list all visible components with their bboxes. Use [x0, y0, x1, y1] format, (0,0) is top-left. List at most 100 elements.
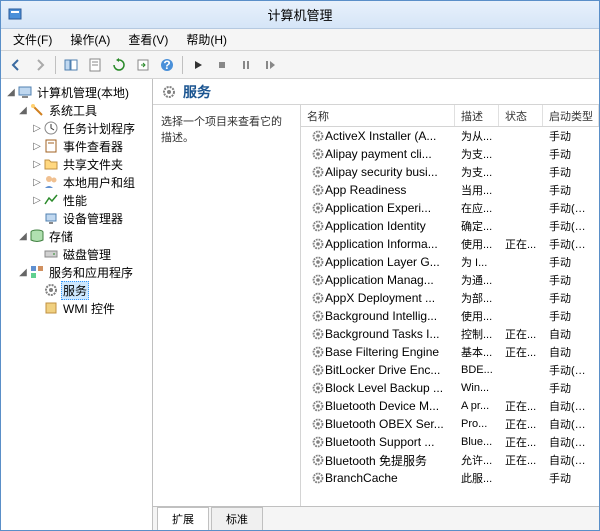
service-icon: [311, 309, 325, 323]
tab-standard[interactable]: 标准: [211, 507, 263, 530]
service-row[interactable]: Bluetooth 免提服务允许...正在...自动(触...: [301, 451, 599, 469]
disk-icon: [43, 246, 59, 262]
service-row[interactable]: AppX Deployment ...为部...手动: [301, 289, 599, 307]
service-name: Base Filtering Engine: [325, 345, 439, 359]
properties-button[interactable]: [84, 54, 106, 76]
collapse-icon[interactable]: ◢: [5, 87, 17, 98]
service-row[interactable]: Application Experi...在应...手动(触...: [301, 199, 599, 217]
service-desc: 使用...: [455, 236, 499, 252]
service-name: ActiveX Installer (A...: [325, 129, 436, 143]
show-hide-button[interactable]: [60, 54, 82, 76]
gear-icon: [161, 84, 177, 100]
service-status: 正在...: [499, 344, 543, 360]
service-row[interactable]: Application Informa...使用...正在...手动(触...: [301, 235, 599, 253]
app-icon: [7, 6, 23, 22]
service-row[interactable]: Application Manag...为通...手动: [301, 271, 599, 289]
expand-icon[interactable]: ▷: [31, 195, 43, 206]
service-status: 正在...: [499, 434, 543, 450]
service-row[interactable]: Bluetooth Device M...A pr...正在...自动(延...: [301, 397, 599, 415]
collapse-icon[interactable]: ◢: [17, 231, 29, 242]
tree-shared-folders[interactable]: ▷共享文件夹: [3, 155, 150, 173]
col-startup[interactable]: 启动类型: [543, 105, 599, 126]
menu-help[interactable]: 帮助(H): [178, 29, 235, 50]
service-row[interactable]: Bluetooth Support ...Blue...正在...自动(触...: [301, 433, 599, 451]
perf-icon: [43, 192, 59, 208]
tab-extended[interactable]: 扩展: [157, 507, 209, 530]
tree-local-users[interactable]: ▷本地用户和组: [3, 173, 150, 191]
tree-disk-management[interactable]: 磁盘管理: [3, 245, 150, 263]
export-button[interactable]: [132, 54, 154, 76]
col-name[interactable]: 名称: [301, 105, 455, 126]
service-icon: [311, 381, 325, 395]
tree-root[interactable]: ◢计算机管理(本地): [3, 83, 150, 101]
storage-icon: [29, 228, 45, 244]
service-row[interactable]: App Readiness当用...手动: [301, 181, 599, 199]
service-row[interactable]: BranchCache此服...手动: [301, 469, 599, 487]
restart-button[interactable]: [259, 54, 281, 76]
service-name: Application Layer G...: [325, 255, 440, 269]
service-icon: [311, 399, 325, 413]
description-pane: 选择一个项目来查看它的描述。: [153, 105, 301, 506]
menu-file[interactable]: 文件(F): [5, 29, 60, 50]
service-startup: 手动: [543, 146, 599, 162]
expand-icon[interactable]: ▷: [31, 177, 43, 188]
nav-tree[interactable]: ◢计算机管理(本地) ◢系统工具 ▷任务计划程序 ▷事件查看器 ▷共享文件夹 ▷…: [1, 79, 153, 530]
window-title: 计算机管理: [267, 5, 332, 24]
service-startup: 手动: [543, 272, 599, 288]
toolbar: ?: [1, 51, 599, 79]
service-row[interactable]: Background Tasks I...控制...正在...自动: [301, 325, 599, 343]
service-desc: 使用...: [455, 308, 499, 324]
col-desc[interactable]: 描述: [455, 105, 499, 126]
service-status: 正在...: [499, 452, 543, 468]
refresh-button[interactable]: [108, 54, 130, 76]
service-row[interactable]: Bluetooth OBEX Ser...Pro...正在...自动(延...: [301, 415, 599, 433]
service-row[interactable]: Application Identity确定...手动(触...: [301, 217, 599, 235]
collapse-icon[interactable]: ◢: [17, 267, 29, 278]
tree-device-manager[interactable]: 设备管理器: [3, 209, 150, 227]
expand-icon[interactable]: ▷: [31, 123, 43, 134]
main-content: ◢计算机管理(本地) ◢系统工具 ▷任务计划程序 ▷事件查看器 ▷共享文件夹 ▷…: [1, 79, 599, 530]
services-list[interactable]: 名称 描述 状态 启动类型 ActiveX Installer (A...为从.…: [301, 105, 599, 506]
stop-button[interactable]: [211, 54, 233, 76]
service-desc: 为支...: [455, 146, 499, 162]
tree-event-viewer[interactable]: ▷事件查看器: [3, 137, 150, 155]
service-desc: 为 I...: [455, 254, 499, 270]
tree-performance[interactable]: ▷性能: [3, 191, 150, 209]
service-desc: 为支...: [455, 164, 499, 180]
service-desc: 确定...: [455, 218, 499, 234]
service-row[interactable]: Base Filtering Engine基本...正在...自动: [301, 343, 599, 361]
collapse-icon[interactable]: ◢: [17, 105, 29, 116]
expand-icon[interactable]: ▷: [31, 141, 43, 152]
tree-storage[interactable]: ◢存储: [3, 227, 150, 245]
service-status: 正在...: [499, 416, 543, 432]
service-row[interactable]: Alipay payment cli...为支...手动: [301, 145, 599, 163]
service-row[interactable]: Alipay security busi...为支...手动: [301, 163, 599, 181]
service-row[interactable]: ActiveX Installer (A...为从...手动: [301, 127, 599, 145]
help-button[interactable]: ?: [156, 54, 178, 76]
service-desc: 允许...: [455, 452, 499, 468]
menu-view[interactable]: 查看(V): [120, 29, 176, 50]
tree-system-tools[interactable]: ◢系统工具: [3, 101, 150, 119]
service-icon: [311, 129, 325, 143]
service-row[interactable]: Background Intellig...使用...手动: [301, 307, 599, 325]
tabs-bar: 扩展 标准: [153, 506, 599, 530]
tree-task-scheduler[interactable]: ▷任务计划程序: [3, 119, 150, 137]
play-button[interactable]: [187, 54, 209, 76]
expand-icon[interactable]: ▷: [31, 159, 43, 170]
service-row[interactable]: BitLocker Drive Enc...BDE...手动(触...: [301, 361, 599, 379]
forward-button[interactable]: [29, 54, 51, 76]
tree-services-apps[interactable]: ◢服务和应用程序: [3, 263, 150, 281]
tree-services[interactable]: 服务: [3, 281, 150, 299]
service-desc: 当用...: [455, 182, 499, 198]
service-desc: Win...: [455, 382, 499, 394]
tree-wmi[interactable]: WMI 控件: [3, 299, 150, 317]
service-startup: 手动: [543, 308, 599, 324]
service-startup: 手动(触...: [543, 362, 599, 378]
service-row[interactable]: Block Level Backup ...Win...手动: [301, 379, 599, 397]
menu-action[interactable]: 操作(A): [62, 29, 118, 50]
back-button[interactable]: [5, 54, 27, 76]
pause-button[interactable]: [235, 54, 257, 76]
service-name: BranchCache: [325, 471, 398, 485]
service-row[interactable]: Application Layer G...为 I...手动: [301, 253, 599, 271]
col-status[interactable]: 状态: [499, 105, 543, 126]
